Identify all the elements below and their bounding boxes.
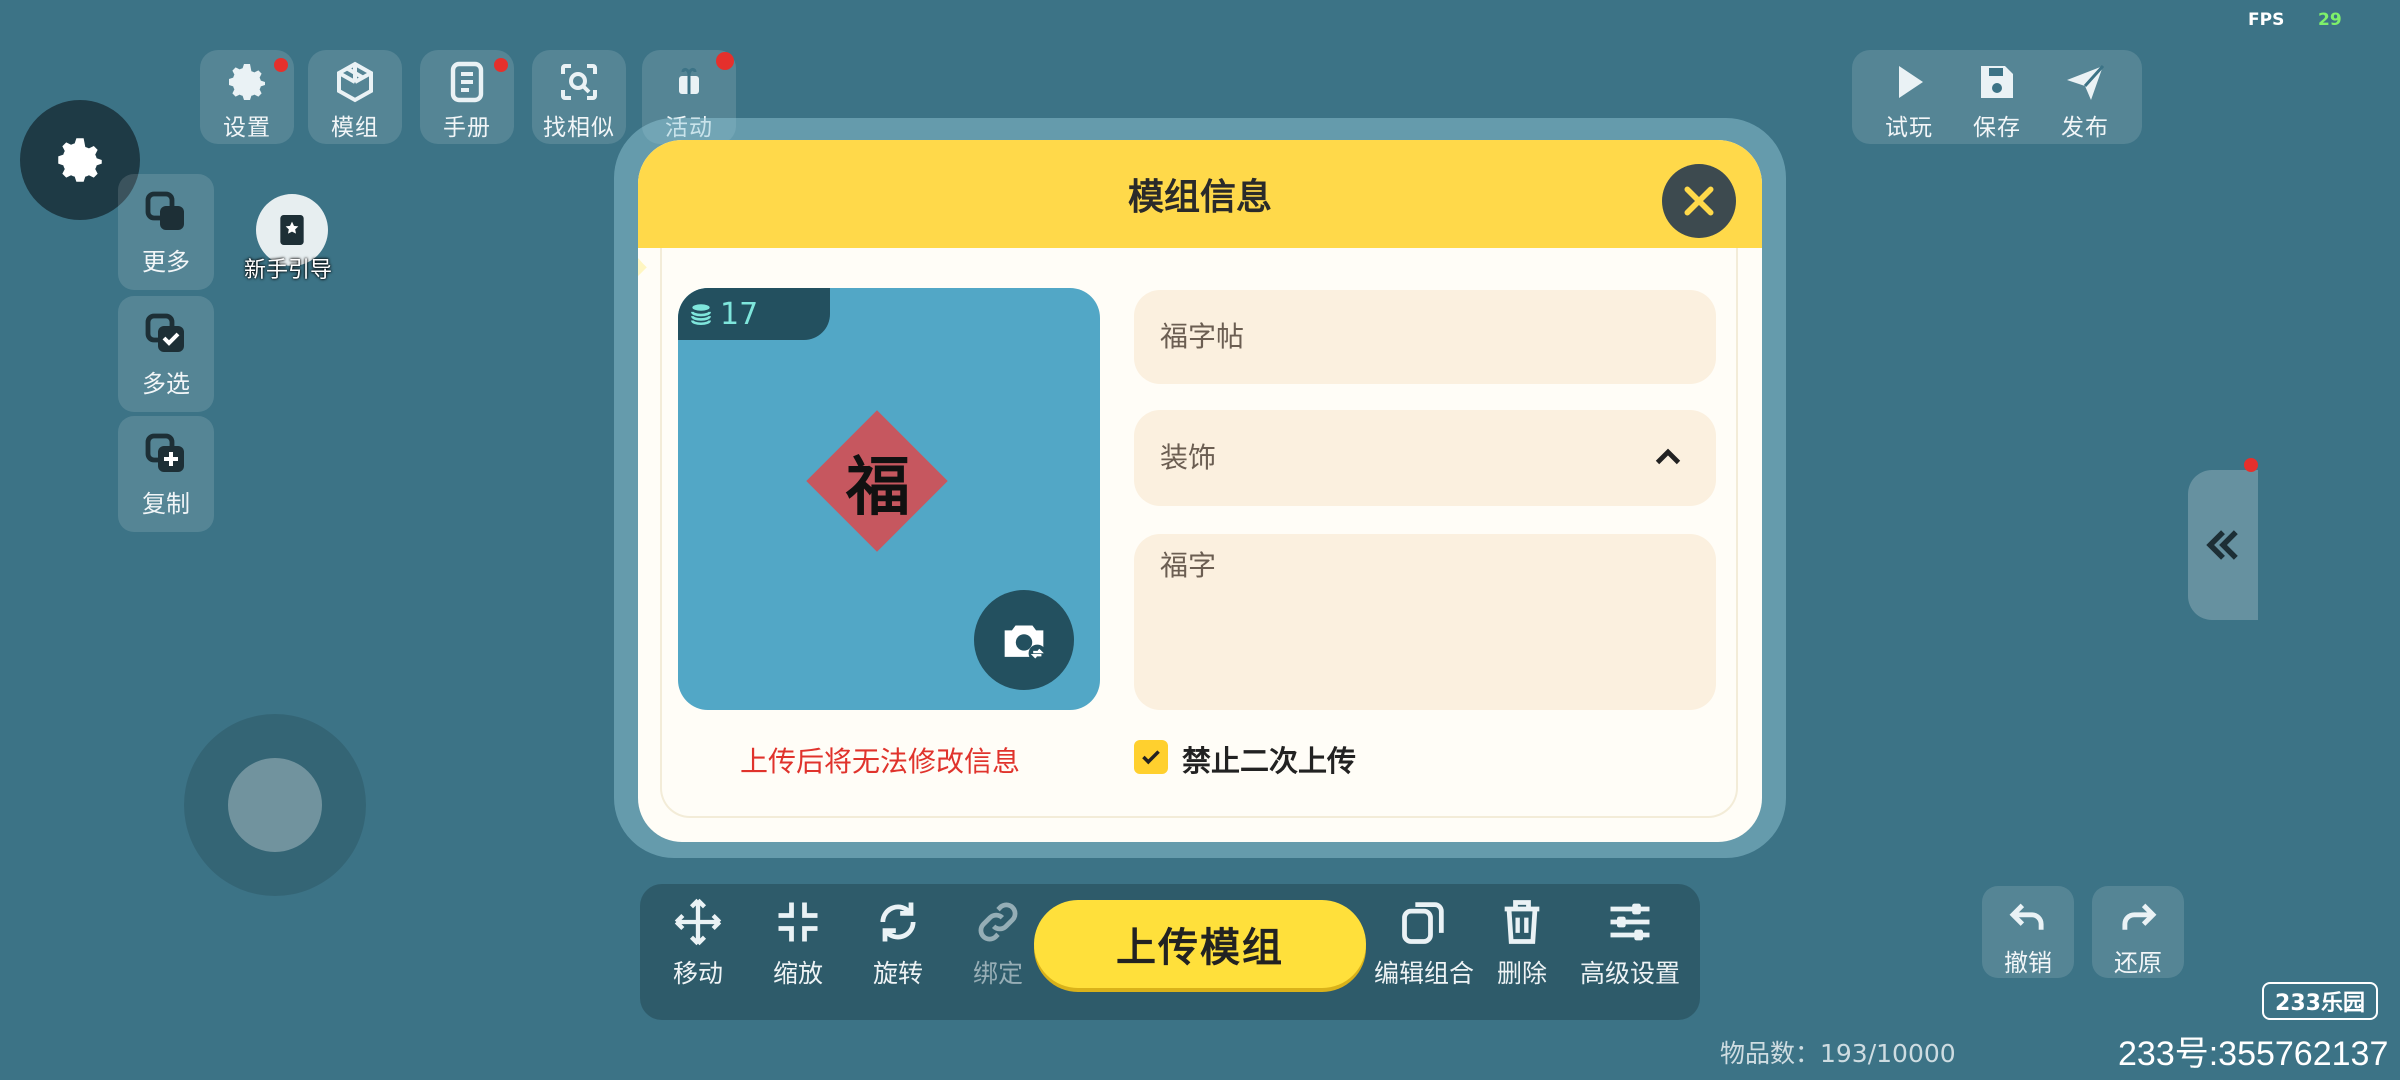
layers-icon (145, 191, 184, 230)
upload-module-button[interactable]: 上传模组 (1034, 900, 1366, 988)
redo-label: 还原 (2114, 949, 2162, 977)
cost-value: 17 (720, 296, 759, 332)
rotate-label: 旋转 (872, 959, 923, 988)
notification-dot (2244, 458, 2258, 472)
redo-button[interactable]: 还原 (2092, 886, 2184, 978)
scale-icon (778, 902, 818, 942)
trash-icon (1504, 900, 1540, 944)
double-chevron-left-icon (2206, 530, 2238, 560)
toolbar-manual-label: 手册 (443, 115, 491, 141)
toolbar-modules-label: 模组 (331, 115, 379, 141)
save-icon (1981, 66, 2013, 98)
dialog-title: 模组信息 (1127, 177, 1272, 218)
fu-character: 福 (846, 450, 910, 525)
category-value: 装饰 (1160, 441, 1217, 474)
gear-icon (58, 138, 102, 182)
advanced-settings-label: 高级设置 (1579, 959, 1680, 988)
toolbar-settings-label: 设置 (223, 115, 271, 141)
delete-label: 删除 (1496, 959, 1547, 988)
brand-logo: 233乐园 (2262, 982, 2378, 1020)
advanced-settings-button[interactable]: 高级设置 (1574, 896, 1686, 1006)
move-label: 移动 (672, 959, 723, 988)
chevron-up-icon (1655, 448, 1681, 465)
edit-group-button[interactable]: 编辑组合 (1372, 896, 1476, 1006)
scale-tool-button[interactable]: 缩放 (750, 896, 846, 1006)
undo-button[interactable]: 撤销 (1982, 886, 2074, 978)
move-tool-button[interactable]: 移动 (650, 896, 746, 1006)
cost-badge: 17 (678, 288, 830, 340)
manual-icon (450, 61, 484, 103)
link-icon (978, 902, 1018, 942)
camera-switch-icon (1004, 625, 1046, 662)
close-dialog-button[interactable] (1662, 164, 1736, 238)
item-count: 物品数：193/10000 (1720, 1039, 1956, 1068)
multi-select-icon (145, 313, 184, 352)
publish-button[interactable]: 发布 (2038, 50, 2132, 144)
redo-icon (2122, 903, 2157, 930)
close-icon (1684, 186, 1714, 216)
publish-label: 发布 (2061, 115, 2109, 141)
beginner-guide-label: 新手引导 (244, 258, 333, 283)
save-button[interactable]: 保存 (1950, 50, 2044, 144)
notification-dot (716, 52, 734, 70)
notification-dot (494, 58, 508, 72)
undo-icon (2009, 903, 2044, 930)
checkmark-icon (1142, 750, 1160, 765)
move-icon (674, 898, 722, 946)
user-id-watermark: 233号:355762137 (2118, 1035, 2389, 1073)
undo-label: 撤销 (2004, 949, 2052, 977)
toolbar-manual-button[interactable]: 手册 (420, 50, 514, 144)
bind-label: 绑定 (972, 959, 1023, 988)
play-icon (1899, 66, 1923, 98)
retake-screenshot-button[interactable] (974, 590, 1074, 690)
fps-value: 29 (2318, 10, 2342, 30)
playtest-label: 试玩 (1885, 115, 1933, 141)
scan-search-icon (561, 64, 597, 100)
duplicate-button[interactable]: 复制 (118, 416, 214, 532)
fps-label: FPS (2248, 10, 2285, 30)
copy-group-icon (1402, 902, 1444, 944)
toolbar-settings-button[interactable]: 设置 (200, 50, 294, 144)
upload-warning: 上传后将无法修改信息 (740, 745, 1021, 778)
gear-icon (229, 64, 265, 100)
playtest-button[interactable]: 试玩 (1862, 50, 1956, 144)
delete-button[interactable]: 删除 (1474, 896, 1570, 1006)
scale-label: 缩放 (772, 959, 823, 988)
expand-panel-tab[interactable] (2188, 458, 2258, 620)
multi-select-button[interactable]: 多选 (118, 296, 214, 412)
toolbar-find-similar-button[interactable]: 找相似 (532, 50, 626, 144)
no-reupload-checkbox[interactable] (1134, 740, 1168, 774)
guide-book-icon (280, 215, 304, 245)
send-icon (2067, 64, 2105, 100)
gift-icon (679, 67, 699, 94)
sliders-icon (1610, 903, 1650, 941)
dialog-header: 模组信息 (638, 140, 1762, 248)
more-button[interactable]: 更多 (118, 174, 214, 290)
module-description-field[interactable]: 福字 (1134, 534, 1716, 710)
bind-tool-button[interactable]: 绑定 (950, 896, 1046, 1006)
joystick-knob[interactable] (228, 758, 322, 852)
cube-icon (337, 61, 373, 103)
notification-dot (274, 58, 288, 72)
toolbar-find-similar-label: 找相似 (543, 115, 615, 141)
module-name-field[interactable]: 福字帖 (1134, 290, 1716, 384)
edit-group-label: 编辑组合 (1373, 959, 1474, 988)
save-label: 保存 (1973, 115, 2021, 141)
coin-stack-icon (691, 304, 711, 326)
more-label: 更多 (142, 248, 190, 276)
toolbar-modules-button[interactable]: 模组 (308, 50, 402, 144)
rotate-tool-button[interactable]: 旋转 (850, 896, 946, 1006)
duplicate-icon (145, 433, 184, 472)
rotate-icon (880, 902, 916, 942)
duplicate-label: 复制 (142, 490, 190, 518)
multi-select-label: 多选 (142, 370, 190, 398)
no-reupload-label: 禁止二次上传 (1182, 744, 1357, 778)
category-select[interactable]: 装饰 (1134, 410, 1716, 506)
